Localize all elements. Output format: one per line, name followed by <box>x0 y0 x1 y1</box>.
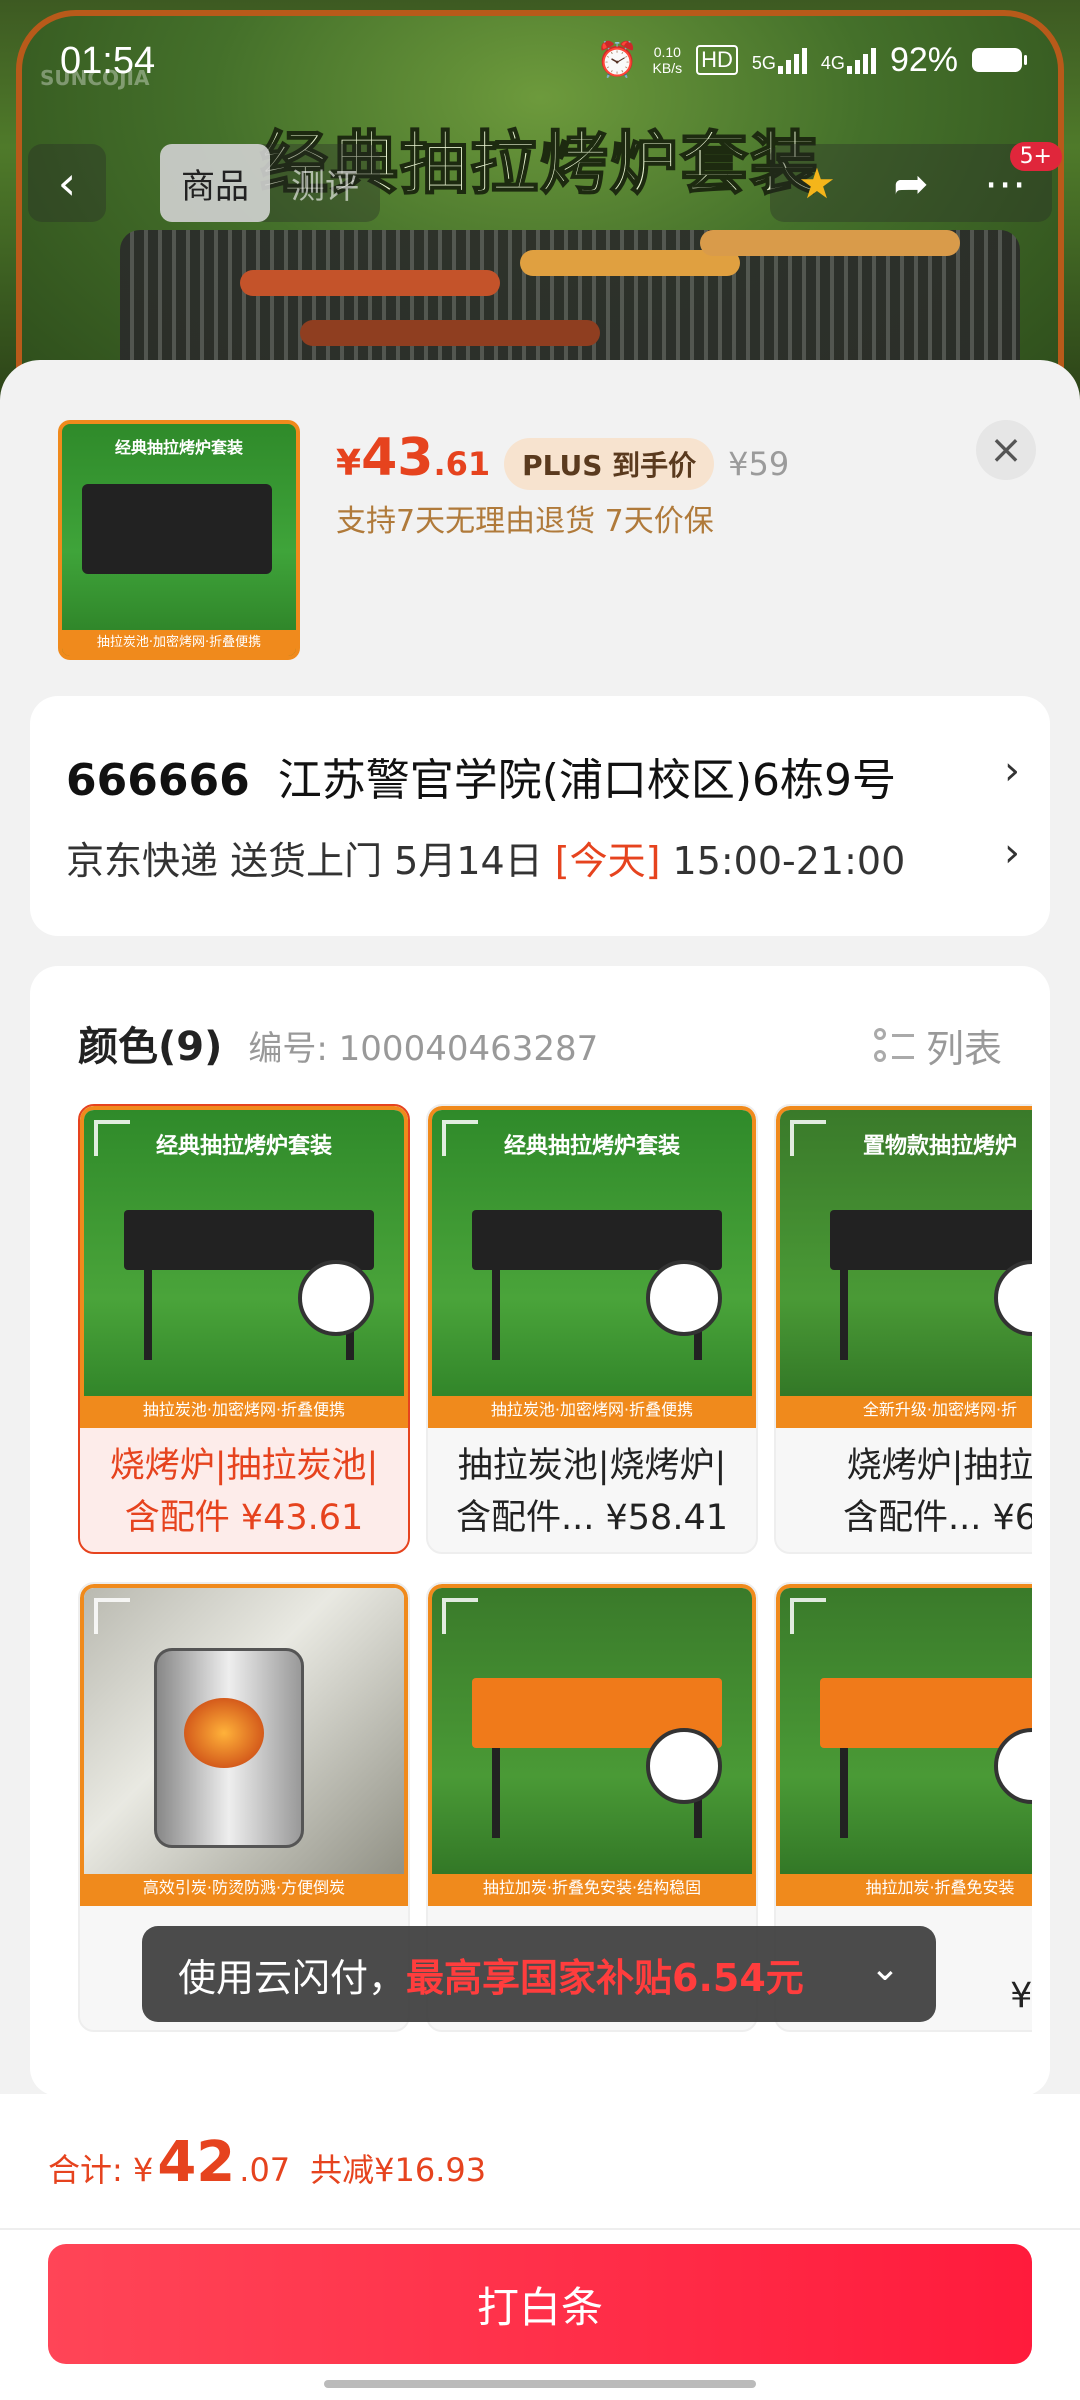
option-image: 抽拉加炭·折叠免安装 <box>776 1584 1032 1906</box>
unionpay-promo-toast[interactable]: 使用云闪付， 最高享国家补贴6.54元 ⌄ <box>142 1926 936 2022</box>
share-icon[interactable]: ➦ <box>864 144 958 222</box>
chevron-right-icon: › <box>1004 748 1020 794</box>
options-header: 颜色(9) 编号: 100040463287 <box>78 1014 598 1072</box>
battery-percent: 92% <box>889 40 958 79</box>
options-title: 颜色(9) <box>78 1024 223 1070</box>
tab-product[interactable]: 商品 <box>160 144 270 222</box>
plus-price-tag: PLUS 到手价 <box>504 438 715 490</box>
thumbnail-title: 经典抽拉烤炉套装 <box>114 438 243 457</box>
pay-with-baitiao-button[interactable]: 打白条 <box>48 2244 1032 2364</box>
back-button[interactable]: ‹ <box>28 144 106 222</box>
option-label: 烧烤炉|抽拉炭池| 含配件 ¥43.61 <box>109 1446 379 1538</box>
total-price: 合计: ¥42.07 共减¥16.93 <box>48 2130 487 2195</box>
option-image: 经典抽拉烤炉套装 抽拉炭池·加密烤网·折叠便携 <box>80 1106 408 1428</box>
delivery-today: [今天] <box>554 839 661 883</box>
chevron-left-icon: ‹ <box>57 156 77 210</box>
option-tile[interactable]: 经典抽拉烤炉套装 抽拉炭池·加密烤网·折叠便携 抽拉炭池|烧烤炉| 含配件... … <box>426 1104 758 1554</box>
expand-icon <box>790 1598 826 1634</box>
option-tile[interactable]: 经典抽拉烤炉套装 抽拉炭池·加密烤网·折叠便携 烧烤炉|抽拉炭池| 含配件 ¥43… <box>78 1104 410 1554</box>
address-line: 666666 江苏警官学院(浦口校区)6栋9号 <box>66 744 896 808</box>
close-icon: × <box>989 427 1023 473</box>
thumbnail-foot: 抽拉炭池·加密烤网·折叠便携 <box>62 630 296 656</box>
discount-amount: 共减¥16.93 <box>310 2151 487 2189</box>
status-icons: ⏰ 0.10 KB/s HD 5G 4G 92% <box>596 40 1027 80</box>
original-price: ¥59 <box>728 445 790 483</box>
option-image: 经典抽拉烤炉套装 抽拉炭池·加密烤网·折叠便携 <box>428 1106 756 1428</box>
message-badge: 5+ <box>1009 142 1062 171</box>
signal-4g-icon: 4G <box>821 46 876 74</box>
chevron-right-icon: › <box>1004 830 1020 876</box>
top-nav: ‹ 商品 测评 ★ ➦ ⋯ 5+ <box>0 142 1080 224</box>
expand-icon <box>442 1598 478 1634</box>
favorite-star-icon[interactable]: ★ <box>770 144 864 222</box>
option-tile[interactable]: 置物款抽拉烤炉 全新升级·加密烤网·折 烧烤炉|抽拉 含配件... ¥6 <box>774 1104 1032 1554</box>
nav-actions: ★ ➦ ⋯ 5+ <box>770 142 1062 222</box>
more-icon[interactable]: ⋯ 5+ <box>958 142 1062 222</box>
address-code: 666666 <box>66 755 250 806</box>
tab-review[interactable]: 测评 <box>270 144 380 222</box>
signal-5g-icon: 5G <box>752 46 807 74</box>
option-label: 抽拉炭池|烧烤炉| 含配件... ¥58.41 <box>456 1446 728 1538</box>
option-grid: 经典抽拉烤炉套装 抽拉炭池·加密烤网·折叠便携 烧烤炉|抽拉炭池| 含配件 ¥43… <box>78 1104 1032 2044</box>
hd-icon: HD <box>696 45 738 75</box>
skewer-graphic <box>300 320 600 346</box>
product-header: 经典抽拉烤炉套装 抽拉炭池·加密烤网·折叠便携 ¥43.61 PLUS 到手价 … <box>0 360 1080 690</box>
address-location: 江苏警官学院(浦口校区)6栋9号 <box>277 755 897 806</box>
expand-icon <box>94 1598 130 1634</box>
list-view-toggle[interactable]: 列表 <box>873 1018 1002 1073</box>
skewer-graphic <box>700 230 960 256</box>
list-icon <box>873 1026 914 1066</box>
chevron-double-down-icon[interactable]: ⌄ <box>870 1948 900 1989</box>
option-label: 烧烤炉|抽拉 含配件... ¥6 <box>842 1446 1032 1538</box>
net-speed: 0.10 KB/s <box>652 44 683 76</box>
battery-icon <box>972 48 1027 72</box>
price-row: ¥43.61 PLUS 到手价 ¥59 <box>336 428 789 490</box>
alarm-icon: ⏰ <box>596 41 639 79</box>
delivery-line: 京东快递 送货上门 5月14日 [今天] 15:00-21:00 <box>66 839 906 883</box>
toast-prefix: 使用云闪付， <box>178 1955 407 2000</box>
product-thumbnail[interactable]: 经典抽拉烤炉套装 抽拉炭池·加密烤网·折叠便携 <box>58 420 300 660</box>
status-bar: 01:54 ⏰ 0.10 KB/s HD 5G 4G 92% <box>0 0 1080 110</box>
close-button[interactable]: × <box>976 420 1036 480</box>
option-image: 抽拉加炭·折叠免安装·结构稳固 <box>428 1584 756 1906</box>
toast-highlight: 最高享国家补贴6.54元 <box>406 1955 804 2000</box>
home-indicator[interactable] <box>324 2380 756 2388</box>
nav-tabs: 商品 测评 <box>160 144 380 222</box>
checkout-footer: 合计: ¥42.07 共减¥16.93 打白条 <box>0 2094 1080 2400</box>
guarantee-text: 支持7天无理由退货 7天价保 <box>336 504 714 539</box>
thumbnail-grill <box>82 484 272 574</box>
option-image: 高效引炭·防烫防溅·方便倒炭 <box>80 1584 408 1906</box>
divider <box>0 2228 1080 2230</box>
skewer-graphic <box>240 270 500 296</box>
address-card[interactable]: 666666 江苏警官学院(浦口校区)6栋9号 › 京东快递 送货上门 5月14日… <box>30 696 1050 936</box>
option-image: 置物款抽拉烤炉 全新升级·加密烤网·折 <box>776 1106 1032 1428</box>
clock: 01:54 <box>60 40 156 82</box>
sku-number: 编号: 100040463287 <box>248 1029 599 1069</box>
current-price: ¥43.61 <box>336 428 491 488</box>
